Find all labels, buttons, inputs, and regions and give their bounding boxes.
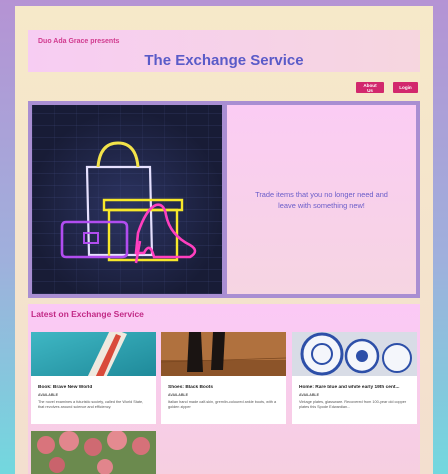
latest-section: Latest on Exchange Service Book: Brave N… bbox=[28, 304, 420, 474]
item-title[interactable]: Book: Brave New World bbox=[38, 385, 150, 390]
latest-title: Latest on Exchange Service bbox=[31, 309, 144, 319]
boots-image bbox=[161, 332, 286, 376]
about-us-button[interactable]: About Us bbox=[356, 82, 384, 93]
item-description: Vintage plates, glassware. Recovered fro… bbox=[299, 400, 407, 409]
item-description: The novel examines a futuristic society,… bbox=[38, 400, 144, 409]
hero-section: Trade items that you no longer need and … bbox=[28, 101, 420, 298]
page-container: Duo Ada Grace presents The Exchange Serv… bbox=[15, 6, 433, 474]
item-description: Italian hand made calf-skin, gremlin-col… bbox=[168, 400, 277, 409]
item-title[interactable]: Home: Rare blue and white early 19th cen… bbox=[299, 385, 411, 390]
item-card[interactable]: Shoes: Black Boots AVAILABLE Italian han… bbox=[161, 332, 286, 424]
login-button[interactable]: Login bbox=[393, 82, 418, 93]
item-card[interactable]: Book: Brave New World AVAILABLE The nove… bbox=[31, 332, 156, 424]
site-title: The Exchange Service bbox=[144, 52, 304, 69]
roses-image bbox=[31, 431, 156, 474]
item-card[interactable]: Home: Rare blue and white early 19th cen… bbox=[292, 332, 417, 424]
item-status: AVAILABLE bbox=[299, 393, 320, 397]
hero-image bbox=[32, 105, 222, 294]
neon-shopping-icon bbox=[60, 141, 197, 264]
hero-tagline-panel: Trade items that you no longer need and … bbox=[227, 105, 416, 294]
hero-tagline: Trade items that you no longer need and … bbox=[255, 189, 388, 210]
brand-text: Duo Ada Grace presents bbox=[38, 38, 120, 45]
site-header: Duo Ada Grace presents The Exchange Serv… bbox=[28, 30, 420, 72]
item-status: AVAILABLE bbox=[38, 393, 59, 397]
china-plates-image bbox=[292, 332, 417, 376]
book-image bbox=[31, 332, 156, 376]
item-title[interactable]: Shoes: Black Boots bbox=[168, 385, 280, 390]
item-card[interactable] bbox=[31, 431, 156, 474]
item-status: AVAILABLE bbox=[168, 393, 189, 397]
